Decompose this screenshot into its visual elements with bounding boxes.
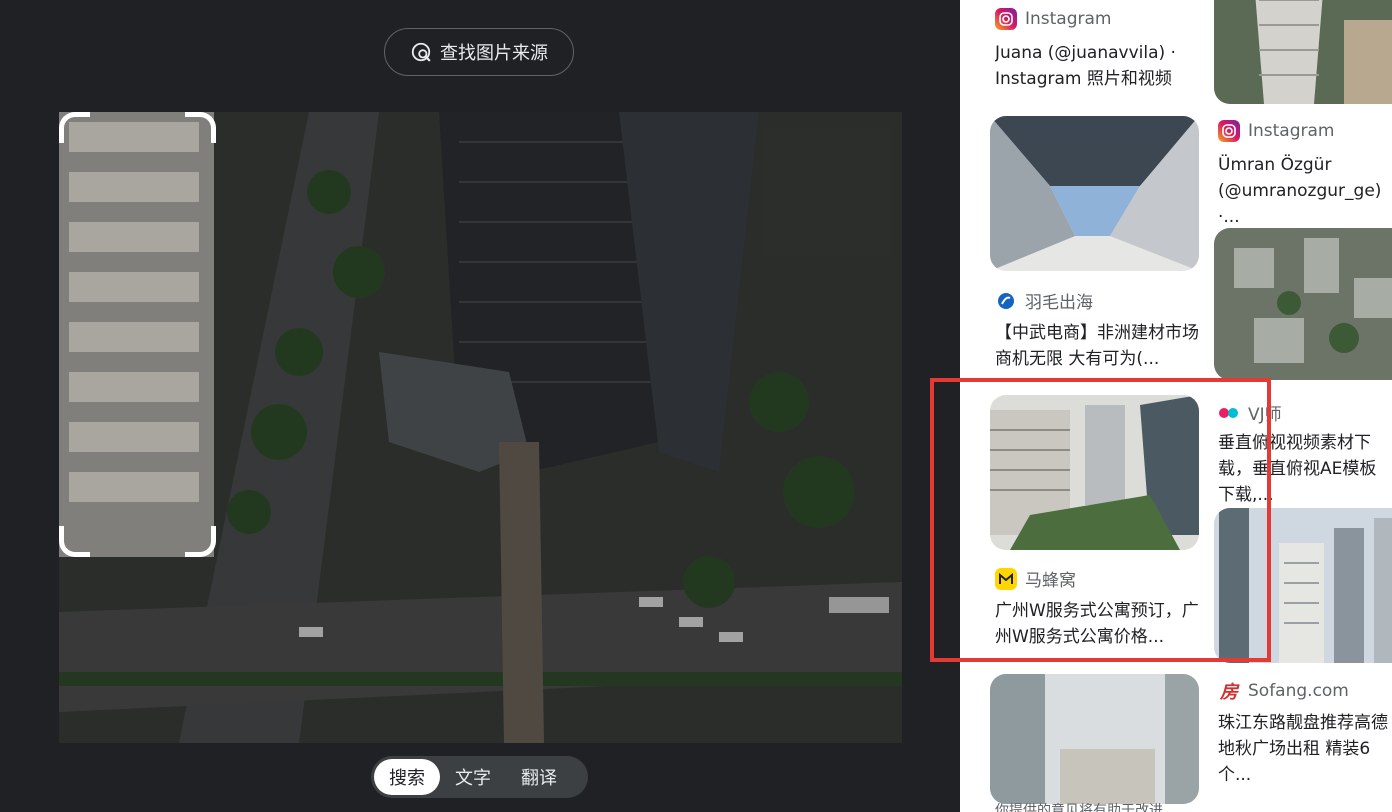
result-title: Ümran Özgür (@umranozgur_ge) ·... bbox=[1218, 155, 1382, 227]
result-thumbnail[interactable] bbox=[990, 674, 1199, 804]
crop-handle-top-right[interactable] bbox=[185, 112, 216, 143]
instagram-icon bbox=[995, 8, 1017, 30]
result-title: 垂直俯视视频素材下载，垂直俯视AE模板下载,... bbox=[1218, 433, 1377, 505]
result-source: 马蜂窝 bbox=[995, 566, 1076, 591]
result-source: Instagram bbox=[1218, 120, 1335, 142]
result-title: 【中武电商】非洲建材市场商机无限 大有可为(... bbox=[995, 323, 1199, 369]
result-source: Instagram bbox=[995, 8, 1112, 30]
crop-handle-bottom-right[interactable] bbox=[185, 526, 216, 557]
result-title: 珠江东路靓盘推荐高德地秋广场出租 精装6个... bbox=[1218, 713, 1388, 785]
result-thumbnail[interactable] bbox=[1214, 508, 1392, 663]
result-thumbnail[interactable] bbox=[990, 395, 1199, 550]
instagram-icon bbox=[1218, 120, 1240, 142]
result-source: 羽毛出海 bbox=[995, 288, 1093, 313]
result-thumbnail[interactable] bbox=[990, 116, 1199, 271]
tab-translate[interactable]: 翻译 bbox=[506, 759, 572, 795]
crop-handle-bottom-left[interactable] bbox=[59, 526, 90, 557]
lens-search-icon bbox=[411, 42, 431, 62]
find-image-source-label: 查找图片来源 bbox=[440, 43, 548, 64]
yumao-icon bbox=[995, 290, 1017, 312]
result-title: 广州W服务式公寓预订，广州W服务式公寓价格... bbox=[995, 601, 1199, 647]
tab-search[interactable]: 搜索 bbox=[374, 759, 440, 795]
find-image-source-button[interactable]: 查找图片来源 bbox=[384, 28, 574, 76]
result-source-label: VJ师 bbox=[1248, 405, 1282, 425]
result-source-label: Instagram bbox=[1025, 9, 1112, 29]
result-title: Juana (@juanavvila) · Instagram 照片和视频 bbox=[995, 43, 1176, 89]
feedback-note[interactable]: 你提供的意见将有助于改进... bbox=[995, 800, 1176, 812]
result-source-label: Sofang.com bbox=[1248, 681, 1349, 701]
result-source-label: Instagram bbox=[1248, 121, 1335, 141]
tab-text[interactable]: 文字 bbox=[440, 759, 506, 795]
mode-tabs: 搜索 文字 翻译 bbox=[371, 756, 588, 798]
crop-selection[interactable] bbox=[59, 112, 216, 557]
result-source-label: 马蜂窝 bbox=[1025, 571, 1076, 591]
image-pane: 查找图片来源 搜索 文字 翻译 bbox=[0, 0, 960, 812]
crop-handle-top-left[interactable] bbox=[59, 112, 90, 143]
result-source: 房 Sofang.com bbox=[1218, 680, 1349, 703]
mafengwo-icon bbox=[995, 567, 1017, 590]
vjshi-icon bbox=[1218, 402, 1240, 424]
results-pane: Instagram Juana (@juanavvila) · Instagra… bbox=[960, 0, 1392, 812]
result-thumbnail[interactable] bbox=[1214, 0, 1392, 104]
sofang-icon: 房 bbox=[1220, 682, 1238, 703]
result-source: VJ师 bbox=[1218, 400, 1282, 425]
result-thumbnail[interactable] bbox=[1214, 228, 1392, 380]
result-source-label: 羽毛出海 bbox=[1025, 293, 1093, 313]
